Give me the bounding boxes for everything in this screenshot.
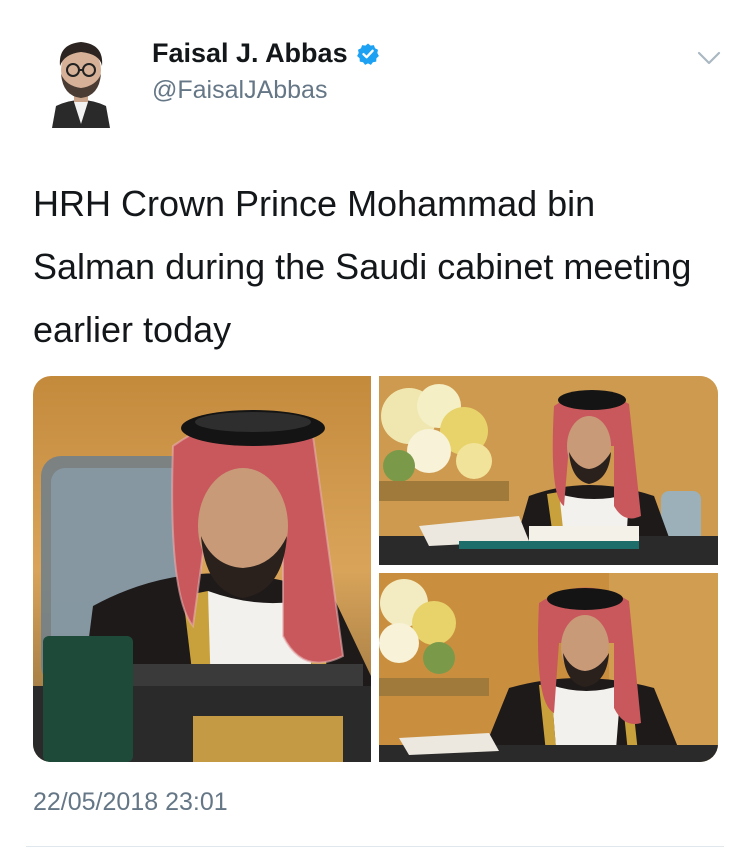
media-grid <box>33 376 718 762</box>
media-photo-1[interactable] <box>33 376 371 762</box>
author-display-name[interactable]: Faisal J. Abbas <box>152 38 348 69</box>
avatar-image <box>46 26 116 128</box>
media-photo-2[interactable] <box>379 376 718 565</box>
media-photo-3[interactable] <box>379 573 718 762</box>
tweet-text: HRH Crown Prince Mohammad bin Salman dur… <box>33 183 692 350</box>
tweet-timestamp[interactable]: 22/05/2018 23:01 <box>33 788 228 817</box>
avatar[interactable] <box>46 26 116 128</box>
author-handle[interactable]: @FaisalJAbbas <box>152 76 327 105</box>
divider <box>26 846 724 847</box>
verified-badge-icon <box>356 42 380 66</box>
chevron-down-icon[interactable] <box>694 46 724 70</box>
author-name-row[interactable]: Faisal J. Abbas <box>152 38 380 69</box>
